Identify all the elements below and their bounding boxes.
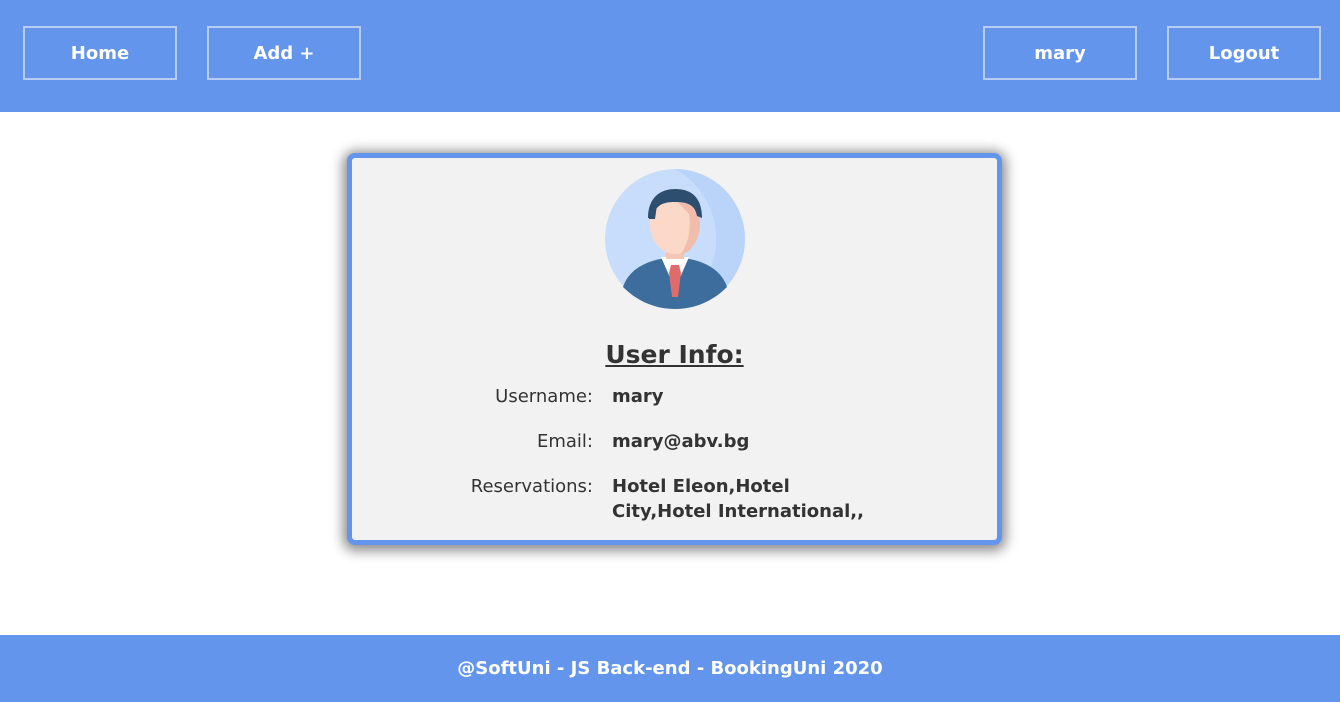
header: Home Add + mary Logout bbox=[0, 0, 1340, 112]
page-title: User Info: bbox=[605, 340, 744, 369]
reservations-label: Reservations: bbox=[470, 476, 593, 497]
footer-text: @SoftUni - JS Back-end - BookingUni 2020 bbox=[457, 658, 883, 679]
logout-button[interactable]: Logout bbox=[1167, 26, 1321, 80]
profile-button[interactable]: mary bbox=[983, 26, 1137, 80]
username-value: mary bbox=[612, 386, 664, 407]
footer: @SoftUni - JS Back-end - BookingUni 2020 bbox=[0, 635, 1340, 702]
reservations-value: Hotel Eleon,Hotel City,Hotel Internation… bbox=[612, 476, 864, 522]
home-button[interactable]: Home bbox=[23, 26, 177, 80]
user-avatar-icon bbox=[605, 169, 745, 309]
username-label: Username: bbox=[495, 386, 593, 407]
email-value: mary@abv.bg bbox=[612, 431, 750, 452]
add-button[interactable]: Add + bbox=[207, 26, 361, 80]
user-info-card: User Info: Username: mary Email: mary@ab… bbox=[347, 153, 1002, 545]
email-label: Email: bbox=[536, 431, 593, 452]
